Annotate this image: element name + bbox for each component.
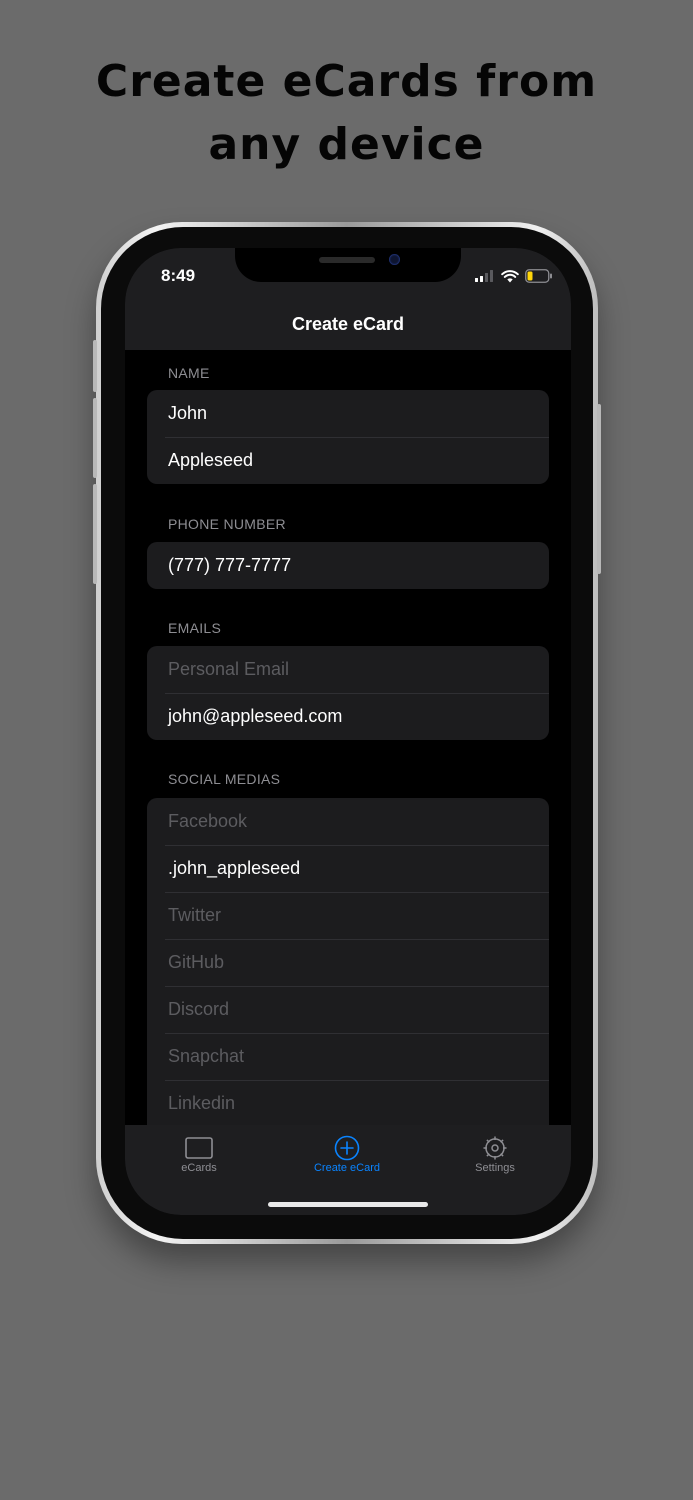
tab-settings-label: Settings [475, 1162, 515, 1174]
tab-create-ecard[interactable]: Create eCard [287, 1135, 407, 1174]
signal-icon [475, 270, 493, 282]
headline: Create eCards from any device [0, 50, 693, 176]
status-time: 8:49 [161, 266, 196, 285]
phone-number-field[interactable]: (777) 777-7777 [147, 542, 549, 589]
section-header-name: NAME [168, 365, 210, 381]
tab-settings[interactable]: Settings [435, 1135, 555, 1174]
wifi-icon [501, 269, 519, 282]
tab-ecards-label: eCards [181, 1162, 217, 1174]
facebook-field[interactable]: Facebook [147, 798, 549, 845]
linkedin-field[interactable]: Linkedin [147, 1080, 549, 1127]
phone-group: (777) 777-7777 [147, 542, 549, 589]
instagram-field[interactable]: .john_appleseed [147, 845, 549, 892]
tab-create-ecard-label: Create eCard [313, 1162, 381, 1174]
first-name-field[interactable]: John [147, 390, 549, 437]
tab-ecards[interactable]: eCards [139, 1135, 259, 1174]
battery-icon [525, 269, 552, 283]
side-button-volume-up [93, 398, 97, 478]
side-button-power [597, 404, 601, 574]
gear-icon [483, 1136, 507, 1160]
personal-email-field[interactable]: Personal Email [147, 646, 549, 693]
navigation-bar: 8:49 Create eCard [125, 248, 571, 350]
section-header-emails: EMAILS [168, 620, 222, 636]
snapchat-field[interactable]: Snapchat [147, 1033, 549, 1080]
status-icons [475, 268, 553, 284]
plus-circle-icon [334, 1135, 360, 1161]
social-group: Facebook .john_appleseed Twitter GitHub … [147, 798, 549, 1127]
home-indicator[interactable] [268, 1202, 428, 1207]
side-button-volume-down [93, 484, 97, 584]
speaker-grille [319, 257, 375, 263]
headline-line-2: any device [208, 119, 485, 170]
page-title: Create eCard [291, 314, 405, 334]
side-button-mute [93, 340, 97, 392]
section-header-phone: PHONE NUMBER [168, 516, 286, 532]
tab-bar: eCards Create eCard Settings [125, 1125, 571, 1215]
section-header-social: SOCIAL MEDIAS [168, 771, 281, 787]
twitter-field[interactable]: Twitter [147, 892, 549, 939]
last-name-field[interactable]: Appleseed [147, 437, 549, 484]
headline-line-1: Create eCards from [95, 56, 598, 107]
github-field[interactable]: GitHub [147, 939, 549, 986]
discord-field[interactable]: Discord [147, 986, 549, 1033]
front-camera [389, 254, 400, 265]
card-icon [185, 1137, 213, 1159]
work-email-field[interactable]: john@appleseed.com [147, 693, 549, 740]
phone-screen: 8:49 Create eCard NAME John Appleseed PH… [125, 248, 571, 1215]
emails-group: Personal Email john@appleseed.com [147, 646, 549, 740]
name-group: John Appleseed [147, 390, 549, 484]
notch [235, 248, 461, 282]
